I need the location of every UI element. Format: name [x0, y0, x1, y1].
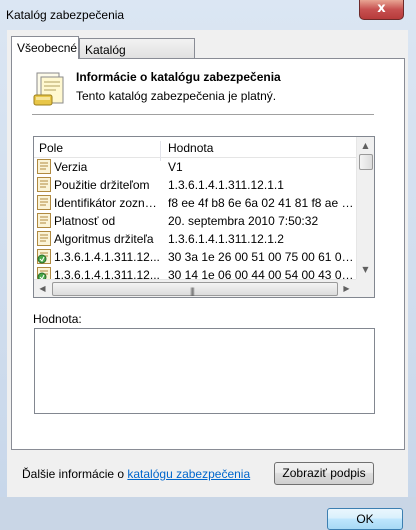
tab-security-catalog[interactable]: Katalóg zabezpečenia	[79, 38, 195, 71]
dialog-window: Katalóg zabezpečenia x Všeobecné Katalóg…	[0, 0, 416, 530]
scroll-right-arrow-icon[interactable]: ▶	[338, 280, 355, 297]
extension-icon	[37, 249, 51, 264]
more-info-link[interactable]: katalógu zabezpečenia	[127, 467, 250, 481]
more-info-prefix: Ďalšie informácie o	[22, 467, 128, 481]
more-info-text: Ďalšie informácie o katalógu zabezpečeni…	[22, 467, 250, 481]
field-icon	[37, 213, 51, 228]
fields-list[interactable]: Pole Hodnota Verzia V1 Použitie držiteľom 1…	[33, 136, 375, 298]
list-header: Pole Hodnota	[34, 137, 356, 161]
field-value: 1.3.6.1.4.1.311.12.1.1	[168, 178, 284, 192]
field-name: Identifikátor zoznamu	[54, 196, 160, 210]
field-icon	[37, 195, 51, 210]
field-value: 30 3a 1e 26 00 51 00 75 00 61 00 6c...	[168, 250, 354, 264]
window-title: Katalóg zabezpečenia	[6, 8, 125, 22]
info-title: Informácie o katalógu zabezpečenia	[76, 70, 281, 84]
info-subtitle: Tento katalóg zabezpečenia je platný.	[76, 89, 277, 103]
dialog-client-area: Všeobecné Katalóg zabezpečenia Informáci…	[7, 30, 408, 530]
scrollbar-corner	[356, 279, 374, 297]
field-value: 20. septembra 2010 7:50:32	[168, 214, 319, 228]
grip-icon: |||	[190, 286, 195, 296]
ok-button[interactable]: OK	[327, 508, 403, 530]
certificate-catalog-icon	[33, 72, 64, 106]
tab-general[interactable]: Všeobecné	[11, 36, 79, 59]
list-item[interactable]: Identifikátor zoznamu f8 ee 4f b8 6e 6a 0…	[34, 194, 356, 212]
separator	[32, 114, 374, 115]
field-name: 1.3.6.1.4.1.311.12...	[54, 250, 160, 264]
column-header-field[interactable]: Pole	[39, 141, 63, 155]
show-signature-button[interactable]: Zobraziť podpis	[274, 462, 374, 485]
field-icon	[37, 177, 51, 192]
close-icon: x	[377, 1, 386, 16]
field-value: f8 ee 4f b8 6e 6a 02 41 81 f8 ae 38 ...	[168, 196, 354, 210]
vertical-scrollbar[interactable]: ▲ ▼	[356, 137, 374, 279]
list-item[interactable]: Použitie držiteľom 1.3.6.1.4.1.311.12.1.1	[34, 176, 356, 194]
title-bar[interactable]: Katalóg zabezpečenia x	[0, 0, 416, 30]
list-item[interactable]: Platnosť od 20. septembra 2010 7:50:32	[34, 212, 356, 230]
field-value: 1.3.6.1.4.1.311.12.1.2	[168, 232, 284, 246]
scroll-down-arrow-icon[interactable]: ▼	[357, 261, 374, 278]
field-name: Platnosť od	[54, 214, 116, 228]
list-item[interactable]: Verzia V1	[34, 158, 356, 176]
field-value: V1	[168, 160, 183, 174]
list-item[interactable]: Algoritmus držiteľa 1.3.6.1.4.1.311.12.1.…	[34, 230, 356, 248]
horizontal-scroll-thumb[interactable]: |||	[52, 282, 338, 296]
field-name: Algoritmus držiteľa	[54, 232, 154, 246]
field-icon	[37, 159, 51, 174]
scroll-up-arrow-icon[interactable]: ▲	[357, 137, 374, 154]
list-item[interactable]: 1.3.6.1.4.1.311.12... 30 3a 1e 26 00 51 0…	[34, 248, 356, 266]
column-header-value[interactable]: Hodnota	[168, 141, 213, 155]
vertical-scroll-thumb[interactable]	[359, 154, 373, 170]
field-icon	[37, 231, 51, 246]
field-name: Verzia	[54, 160, 88, 174]
value-label: Hodnota:	[33, 312, 82, 326]
horizontal-scrollbar[interactable]: ◀ ||| ▶	[34, 279, 356, 297]
field-name: Použitie držiteľom	[54, 178, 150, 192]
scroll-left-arrow-icon[interactable]: ◀	[34, 280, 51, 297]
value-textbox[interactable]	[34, 328, 375, 414]
close-button[interactable]: x	[359, 0, 404, 20]
